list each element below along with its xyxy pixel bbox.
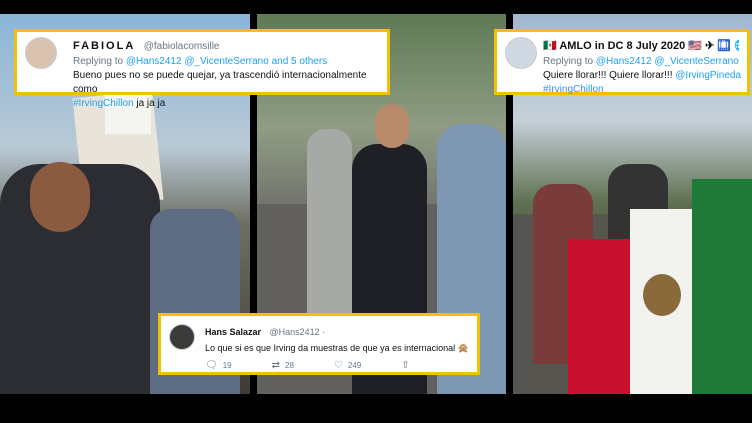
avatar[interactable] xyxy=(505,37,537,69)
replying-prefix: Replying to xyxy=(73,56,124,67)
replying-to: Replying to @Hans2412 @_VicenteSerrano a… xyxy=(73,56,379,67)
tweet-text: Lo que si es que Irving da muestras de q… xyxy=(205,343,469,353)
tweet-author-handle[interactable]: @fabiolacomsille xyxy=(144,41,220,52)
share-icon: ⇧ xyxy=(401,360,410,371)
tweet-author-name[interactable]: FABIOLA xyxy=(73,40,135,52)
reply-count: 19 xyxy=(222,361,232,370)
replying-prefix: Replying to xyxy=(543,56,594,67)
avatar[interactable] xyxy=(25,37,57,69)
tweet-text-end: ja ja ja xyxy=(136,98,166,109)
tweet-amlo[interactable]: 🇲🇽 AMLO in DC 8 July 2020 🇺🇸 ✈ 🛄 🌐 Reply… xyxy=(494,29,750,95)
tweet-text: Bueno pues no se puede quejar, ya trasce… xyxy=(73,69,379,111)
tweet-text: Quiere llorar!!! Quiere llorar!!! @Irvin… xyxy=(543,69,741,97)
tweet-author-handle[interactable]: @Hans2412 · xyxy=(269,327,325,337)
retweet-button[interactable]: ⇄ 28 xyxy=(272,360,294,371)
hashtag[interactable]: #IrvingChillon xyxy=(73,98,134,109)
reply-icon: 🗨︎ xyxy=(205,360,218,371)
replying-to-users[interactable]: @Hans2412 @_VicenteSerrano and 5 others xyxy=(126,56,327,67)
hashtag[interactable]: #IrvingChillon xyxy=(543,84,604,95)
man-head xyxy=(30,162,90,232)
tweet-hans[interactable]: Hans Salazar @Hans2412 · Lo que si es qu… xyxy=(158,313,480,375)
retweet-count: 28 xyxy=(285,361,294,370)
man-head xyxy=(375,104,409,148)
tweet-fabiola[interactable]: FABIOLA @fabiolacomsille Replying to @Ha… xyxy=(14,29,390,109)
share-button[interactable]: ⇧ xyxy=(401,360,409,371)
like-icon: ♡ xyxy=(333,360,343,371)
replying-to: Replying to @Hans2412 @_VicenteSerrano a… xyxy=(543,56,739,67)
tweet-text-body: Quiere llorar!!! Quiere llorar!!! xyxy=(543,70,673,81)
reply-button[interactable]: 🗨︎ 19 xyxy=(205,360,232,371)
like-count: 249 xyxy=(347,361,362,370)
avatar[interactable] xyxy=(169,324,195,350)
tweet-author-name[interactable]: 🇲🇽 AMLO in DC 8 July 2020 🇺🇸 ✈ 🛄 🌐 xyxy=(543,40,739,52)
tweet-text-body: Bueno pues no se puede quejar, ya trasce… xyxy=(73,70,367,95)
man-left xyxy=(307,129,352,329)
mexican-flag xyxy=(568,179,752,394)
tweet-actions: 🗨︎ 19 ⇄ 28 ♡ 249 ⇧ xyxy=(205,360,469,371)
tweet-author-name[interactable]: Hans Salazar xyxy=(205,327,261,337)
mention[interactable]: @IrvingPineda xyxy=(675,70,741,81)
retweet-icon: ⇄ xyxy=(271,360,280,371)
replying-to-users[interactable]: @Hans2412 @_VicenteSerrano an xyxy=(596,56,739,67)
like-button[interactable]: ♡ 249 xyxy=(334,360,361,371)
